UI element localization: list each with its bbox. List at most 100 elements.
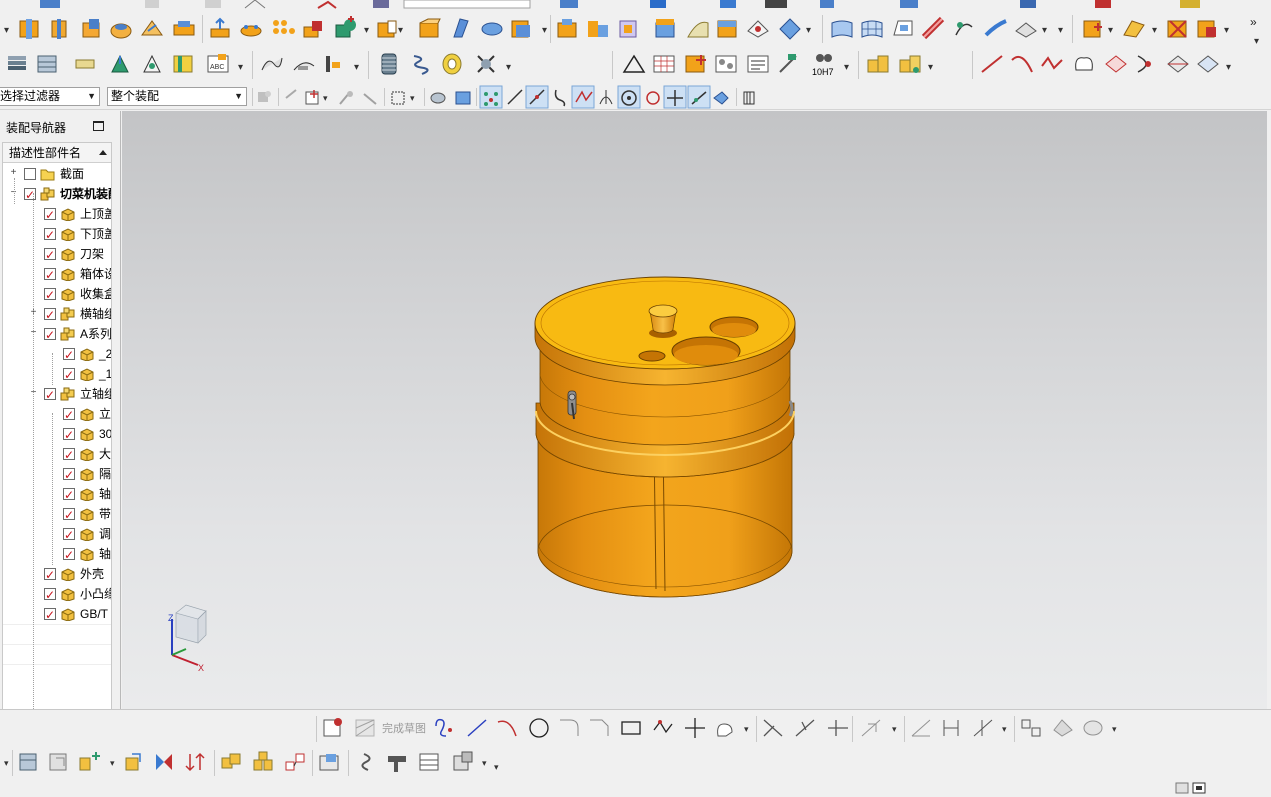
tree-node-label: 收集盒 [80,287,111,301]
tree-node[interactable]: 小凸缘 [3,584,111,604]
svg-text:▾: ▾ [110,758,115,768]
tolerance-label: 10H7 [812,67,834,77]
visibility-checkbox[interactable] [63,445,75,464]
visibility-checkbox[interactable] [44,605,56,624]
visibility-checkbox[interactable] [63,405,75,424]
visibility-checkbox[interactable] [63,525,75,544]
tree-node[interactable]: 轴 [3,544,111,564]
assembly-bottom-toolbar[interactable]: ▾ ▾ ▾ ▾ [4,750,499,776]
visibility-checkbox[interactable] [44,245,56,264]
feature-icons[interactable]: ▾ [4,19,195,39]
column-header[interactable]: 描述性部件名 [3,143,111,163]
visibility-checkbox[interactable] [63,545,75,564]
freeform-icons[interactable]: ▾ ▾ [831,16,1063,40]
visibility-checkbox[interactable] [63,345,75,364]
part-icon [61,588,75,601]
visibility-checkbox[interactable] [63,505,75,524]
visibility-checkbox[interactable] [63,465,75,484]
thread-spring-icons[interactable]: ▾ [381,53,511,75]
visibility-checkbox[interactable] [44,305,56,324]
svg-text:▾: ▾ [928,62,933,73]
tree-node[interactable]: −立轴组 [3,384,111,404]
selection-tools[interactable]: ▾ ▾ [252,85,755,109]
part-icon [61,228,75,241]
graphics-viewport[interactable]: Z X [122,111,1267,709]
surface-icons[interactable]: ▾ [557,18,811,40]
part-icon [80,508,94,521]
component-icons[interactable]: ▾ [867,55,933,73]
visibility-checkbox[interactable] [44,285,56,304]
svg-text:▾: ▾ [844,62,849,73]
tree-node[interactable]: 箱体设 [3,264,111,284]
visibility-checkbox[interactable] [44,225,56,244]
part-icon [80,528,94,541]
tree-node[interactable]: 30 [3,424,111,444]
maximize-icon[interactable] [93,121,104,131]
tree-node[interactable]: 轴 [3,484,111,504]
visibility-checkbox[interactable] [44,265,56,284]
svg-text:Z: Z [168,613,174,623]
finish-sketch-label[interactable]: 完成草图 [382,720,426,736]
tree-node[interactable]: +横轴组 [3,304,111,324]
tree-node[interactable]: −切菜机装配 [3,184,111,204]
part-icon [80,548,94,561]
expand-icon[interactable]: + [9,168,18,178]
tree-node[interactable]: _1- [3,364,111,384]
tree-node[interactable]: 收集盒 [3,284,111,304]
curve-icons[interactable]: ▾ [981,55,1231,73]
sketch-toolbar[interactable]: ▾ ▾ ▾ ▾ [316,716,1117,742]
tree-empty-row [3,664,111,684]
visibility-checkbox[interactable] [44,385,56,404]
tree-node[interactable]: 带 [3,504,111,524]
tree-node[interactable]: 外壳 [3,564,111,584]
tree-node[interactable]: 调 [3,524,111,544]
part-icon [80,428,94,441]
svg-text:▾: ▾ [410,93,415,103]
visibility-checkbox[interactable] [44,565,56,584]
toolbar-top-icons[interactable] [0,0,1271,10]
drafting-icons[interactable]: 10H7 ▾ [622,54,849,77]
tree-node-label: 下顶盖 [80,227,111,241]
svg-text:▾: ▾ [1108,25,1113,36]
svg-text:ABC: ABC [210,64,224,71]
scope-filter-dropdown[interactable]: 整个装配 ▼ [107,87,247,106]
svg-text:▾: ▾ [1152,25,1157,36]
tree-node[interactable]: GB/T [3,604,111,624]
tree-node[interactable]: 立 [3,404,111,424]
svg-text:▾: ▾ [1002,724,1007,734]
type-filter-dropdown[interactable]: 选择过滤器 ▼ [0,87,100,106]
tools-icons-left[interactable]: ABC ▾ [8,54,243,73]
tree-node-label: 立 [99,407,111,421]
tree-empty-row [3,624,111,644]
tree-node-label: 30 [99,427,111,441]
tree-node[interactable]: 刀架 [3,244,111,264]
tree-node-label: 上顶盖 [80,207,111,221]
tree-guide-line [14,178,15,204]
tree-node[interactable]: _2- [3,344,111,364]
sort-ascending-icon [99,150,107,155]
visibility-checkbox[interactable] [24,168,36,180]
operation-icons[interactable]: ▾ ▾ ▾ [210,16,547,38]
tree-node[interactable]: + 截面 [3,164,111,184]
tree-node[interactable]: −A系列 [3,324,111,344]
visibility-checkbox[interactable] [44,325,56,344]
part-icon [61,608,75,621]
assembly-icons[interactable]: ▾ ▾ ▾ » ▾ [1083,15,1259,47]
visibility-checkbox[interactable] [63,425,75,444]
tree-node[interactable]: 上顶盖 [3,204,111,224]
tree-node[interactable]: 隔 [3,464,111,484]
visibility-checkbox[interactable] [63,485,75,504]
visibility-checkbox[interactable] [63,365,75,384]
cutter-assembly-model[interactable] [534,276,796,598]
visibility-checkbox[interactable] [44,585,56,604]
svg-text:▾: ▾ [354,62,359,73]
tools-icons-mid[interactable]: ▾ [261,56,359,73]
tree-node[interactable]: 大 [3,444,111,464]
status-icons[interactable] [1175,781,1209,795]
selection-bar: 选择过滤器 ▼ 整个装配 ▼ ▾ ▾ [0,84,1271,110]
assembly-icon [60,307,75,321]
tree-node[interactable]: 下顶盖 [3,224,111,244]
tree-node-label: GB/T [80,607,109,621]
visibility-checkbox[interactable] [24,185,36,204]
visibility-checkbox[interactable] [44,205,56,224]
